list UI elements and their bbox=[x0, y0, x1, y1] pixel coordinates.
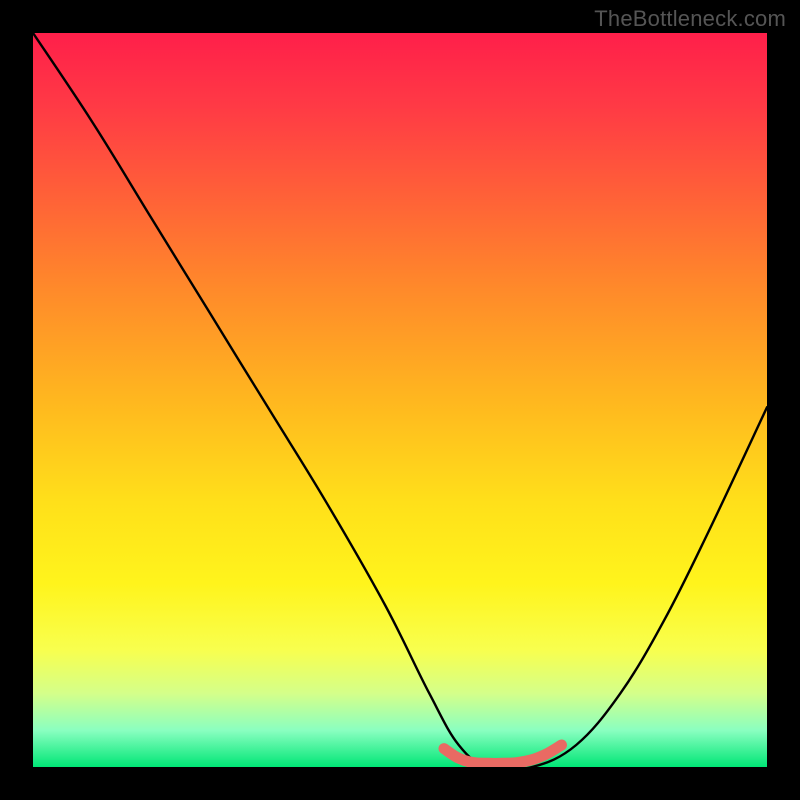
chart-frame: TheBottleneck.com bbox=[0, 0, 800, 800]
curve-layer bbox=[33, 33, 767, 767]
watermark-text: TheBottleneck.com bbox=[594, 6, 786, 32]
plot-area bbox=[33, 33, 767, 767]
bottleneck-curve-path bbox=[33, 33, 767, 767]
